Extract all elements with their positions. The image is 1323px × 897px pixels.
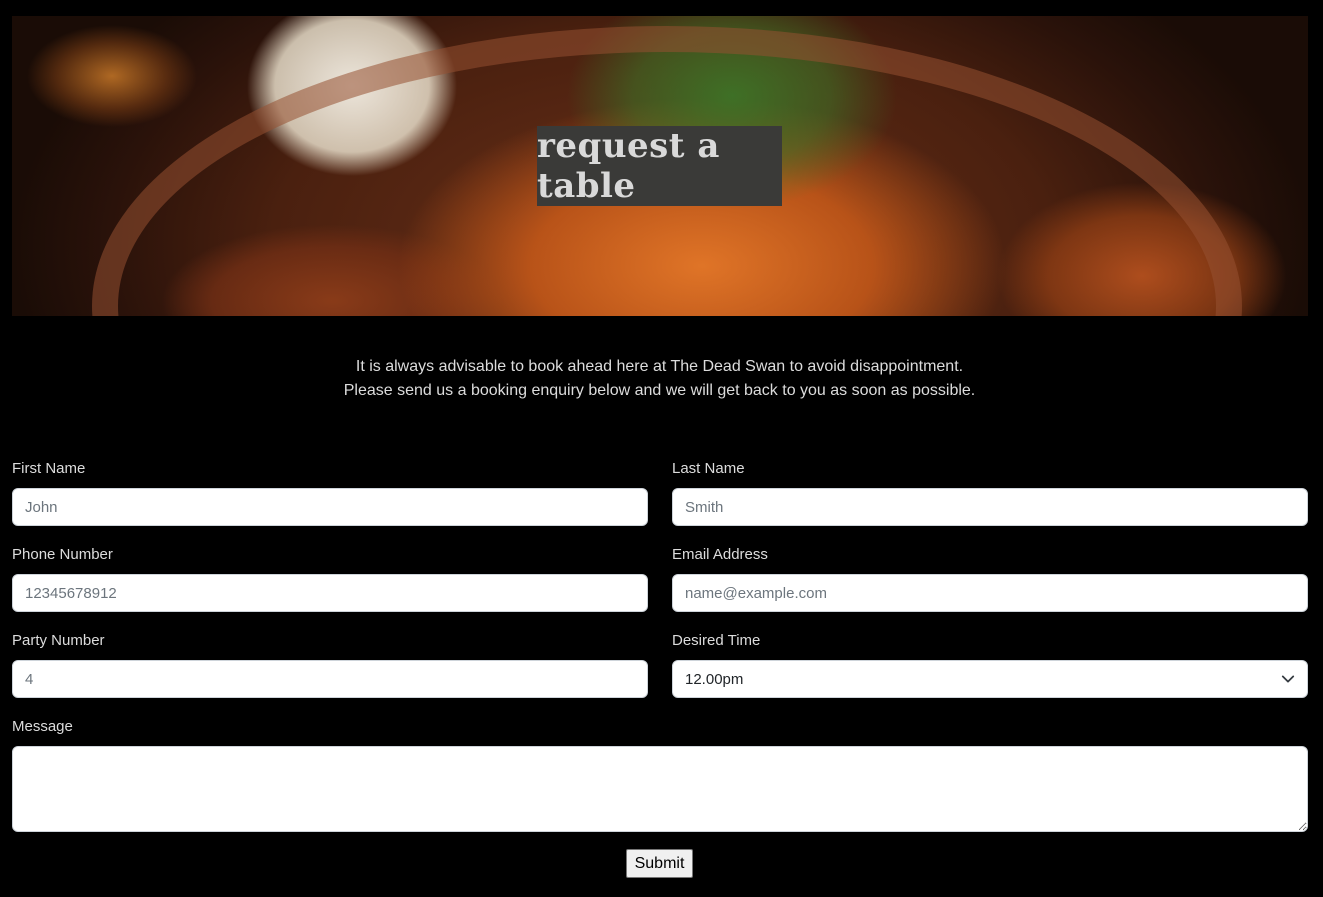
last-name-input[interactable] xyxy=(672,488,1308,526)
intro-line-1: It is always advisable to book ahead her… xyxy=(355,358,964,375)
desired-time-value: 12.00pm xyxy=(685,670,744,688)
party-number-input[interactable] xyxy=(12,660,648,698)
desired-time-label: Desired Time xyxy=(672,632,761,649)
intro-line-2: Please send us a booking enquiry below a… xyxy=(343,382,976,399)
email-input[interactable] xyxy=(672,574,1308,612)
last-name-label: Last Name xyxy=(672,460,745,477)
phone-label: Phone Number xyxy=(12,546,113,563)
page-title: request a table xyxy=(537,126,720,206)
chevron-down-icon xyxy=(1281,675,1295,683)
desired-time-select[interactable]: 12.00pm xyxy=(672,660,1308,698)
first-name-label: First Name xyxy=(12,460,86,477)
first-name-input[interactable] xyxy=(12,488,648,526)
hero-title-box: request a table xyxy=(537,126,782,206)
message-label: Message xyxy=(12,718,73,735)
message-textarea[interactable] xyxy=(12,746,1308,832)
hero-banner-image: request a table xyxy=(12,16,1308,316)
email-label: Email Address xyxy=(672,546,768,563)
submit-button[interactable]: Submit xyxy=(626,849,693,878)
phone-input[interactable] xyxy=(12,574,648,612)
party-number-label: Party Number xyxy=(12,632,105,649)
intro-text: It is always advisable to book ahead her… xyxy=(0,355,1319,403)
